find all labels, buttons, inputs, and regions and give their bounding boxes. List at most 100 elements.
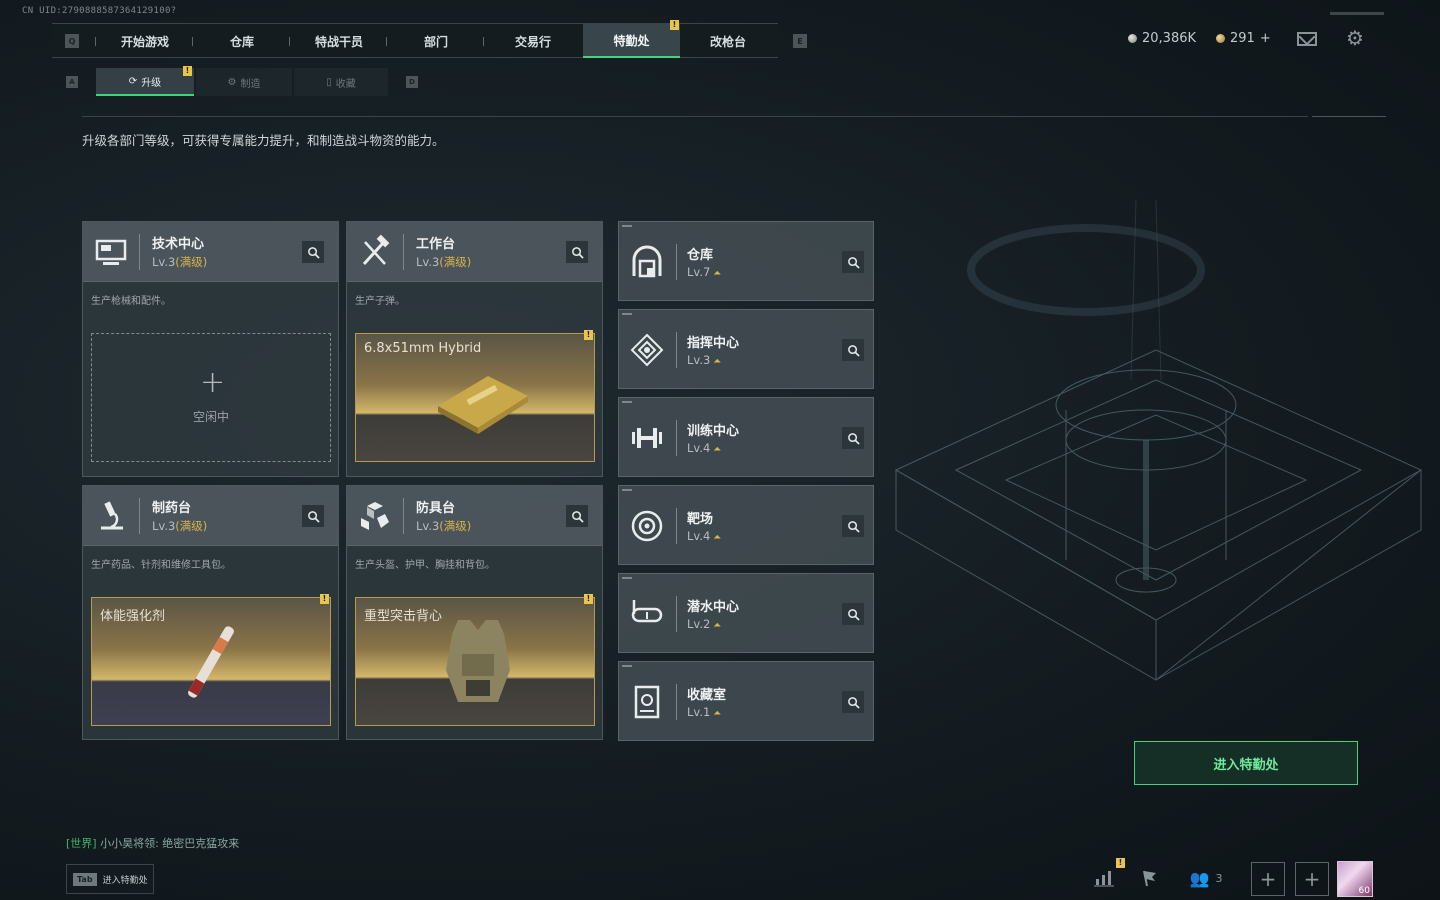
divider [82, 116, 1308, 117]
subtab-collection[interactable]: ▯ 收藏 [294, 68, 388, 96]
tab-warehouse[interactable]: 仓库 [194, 24, 290, 58]
invite-slot-1-button[interactable]: + [1251, 862, 1285, 896]
tab-enter-label: 进入特勤处 [102, 875, 148, 886]
product-badge: ! [320, 594, 329, 604]
search-icon[interactable] [842, 251, 864, 273]
chat-channel: [世界] [66, 837, 97, 850]
player-level: 60 [1358, 886, 1370, 896]
dept-name: 靶场 [687, 512, 714, 527]
vest-image [446, 620, 510, 702]
warehouse-icon [632, 245, 662, 278]
player-avatar[interactable]: 60 [1337, 861, 1373, 897]
tab-gunsmith[interactable]: 改枪台 [680, 24, 776, 58]
dept-warehouse[interactable]: 仓库 Lv.7 ⏶ [618, 221, 874, 301]
world-chat[interactable]: [世界] 小小昊将领: 绝密巴克猛攻来 [66, 835, 239, 851]
search-icon[interactable] [302, 241, 324, 263]
card-description: 生产药品、针剂和维修工具包。 [91, 560, 231, 571]
dept-name: 收藏室 [687, 688, 727, 703]
dept-name: 训练中心 [687, 424, 740, 439]
mail-icon[interactable] [1297, 32, 1317, 46]
microscope-icon [101, 501, 123, 530]
tab-enter-button[interactable]: Tab 进入特勤处 [66, 864, 154, 894]
search-icon[interactable] [302, 505, 324, 527]
dept-training-center[interactable]: 训练中心 Lv.4 ⏶ [618, 397, 874, 477]
search-icon[interactable] [842, 603, 864, 625]
card-armor-bench[interactable]: 防具台 Lv.3(满级) 生产头盔、护甲、胸挂和背包。 重型突击背心 ! [346, 485, 603, 740]
flag-icon[interactable] [1132, 860, 1168, 896]
product-badge: ! [584, 330, 593, 340]
product-name: 重型突击背心 [364, 609, 443, 624]
dept-level: Lv.4 ⏶ [687, 529, 722, 543]
dept-level: Lv.7 ⏶ [687, 265, 722, 279]
tab-trade[interactable]: 交易行 [485, 24, 581, 58]
search-icon[interactable] [842, 691, 864, 713]
search-icon[interactable] [842, 339, 864, 361]
add-icon: + [200, 365, 226, 400]
upgrade-arrow-icon: ⏶ [713, 268, 722, 279]
search-icon[interactable] [566, 241, 588, 263]
add-ticket-button[interactable]: + [1260, 31, 1271, 46]
idle-slot[interactable]: + 空闲中 [91, 333, 331, 462]
product-badge: ! [584, 594, 593, 604]
friends-button[interactable]: 👥 3 [1188, 860, 1224, 896]
card-description: 生产枪械和配件。 [91, 296, 171, 307]
upgrade-arrow-icon: ⏶ [713, 532, 722, 543]
dept-level: Lv.4 ⏶ [687, 441, 722, 455]
subtab-upgrade[interactable]: ⟳ 升级 [96, 68, 194, 96]
friends-icon: 👥 [1189, 868, 1210, 888]
ammo-box-image [438, 376, 528, 434]
card-level: Lv.3(满级) [152, 519, 208, 533]
tab-department[interactable]: 部门 [388, 24, 484, 58]
dept-level: Lv.2 ⏶ [687, 617, 722, 631]
search-icon[interactable] [842, 427, 864, 449]
card-workbench[interactable]: 工作台 Lv.3(满级) 生产子弹。 6.8x51mm Hybrid ! [346, 221, 603, 477]
card-level: Lv.3(满级) [416, 255, 472, 269]
a-key-hint: A [66, 76, 78, 88]
dept-level: Lv.3 ⏶ [687, 353, 722, 367]
dept-name: 潜水中心 [687, 600, 740, 615]
product-slot[interactable]: 体能强化剂 [91, 597, 331, 726]
card-name: 工作台 [416, 237, 456, 252]
hammer-wrench-icon [362, 234, 390, 266]
card-pharmacy[interactable]: 制药台 Lv.3(满级) 生产药品、针剂和维修工具包。 体能强化剂 ! [82, 485, 339, 740]
craft-icon: ⚙ [227, 76, 237, 88]
product-name: 体能强化剂 [100, 609, 166, 624]
card-name: 制药台 [152, 501, 192, 516]
e-key-hint: E [793, 34, 807, 48]
dept-shooting-range[interactable]: 靶场 Lv.4 ⏶ [618, 485, 874, 565]
dept-command-center[interactable]: 指挥中心 Lv.3 ⏶ [618, 309, 874, 389]
product-slot[interactable]: 6.8x51mm Hybrid [355, 333, 595, 462]
settings-gear-icon[interactable]: ⚙ [1346, 28, 1364, 48]
enter-special-ops-button[interactable]: 进入特勤处 [1134, 741, 1358, 785]
d-key-hint: D [406, 76, 418, 88]
top-decor-line [1330, 12, 1384, 15]
dept-collection-room[interactable]: 收藏室 Lv.1 ⏶ [618, 661, 874, 741]
friends-count: 3 [1215, 871, 1223, 885]
upgrade-arrow-icon: ⏶ [713, 356, 722, 367]
upgrade-arrow-icon: ⏶ [713, 708, 722, 719]
idle-label: 空闲中 [192, 410, 229, 424]
search-icon[interactable] [842, 515, 864, 537]
card-level: Lv.3(满级) [416, 519, 472, 533]
dept-level: Lv.1 ⏶ [687, 705, 722, 719]
coin-balance[interactable]: 20,386K [1128, 31, 1196, 46]
tab-operators[interactable]: 特战干员 [291, 24, 387, 58]
tab-start-game[interactable]: 开始游戏 [97, 24, 193, 58]
invite-slot-2-button[interactable]: + [1295, 862, 1329, 896]
upgrade-arrow-icon: ⏶ [713, 620, 722, 631]
command-icon [630, 333, 664, 367]
product-slot[interactable]: 重型突击背心 [355, 597, 595, 726]
product-name: 6.8x51mm Hybrid [364, 341, 482, 356]
subtab-badge: ! [183, 66, 192, 76]
injector-image [188, 626, 234, 698]
diving-mask-icon [631, 600, 663, 623]
card-tech-center[interactable]: 技术中心 Lv.3(满级) 生产枪械和配件。 + 空闲中 [82, 221, 339, 477]
subtab-craft[interactable]: ⚙ 制造 [196, 68, 292, 96]
ticket-balance[interactable]: 291 + [1216, 31, 1271, 46]
search-icon[interactable] [566, 505, 588, 527]
tab-special-ops[interactable]: 特勤处 [583, 24, 680, 58]
card-description: 生产头盔、护甲、胸挂和背包。 [355, 560, 495, 571]
upgrade-icon: ⟳ [128, 75, 138, 87]
tab-key-hint: Tab [73, 872, 97, 886]
dept-diving-center[interactable]: 潜水中心 Lv.2 ⏶ [618, 573, 874, 653]
